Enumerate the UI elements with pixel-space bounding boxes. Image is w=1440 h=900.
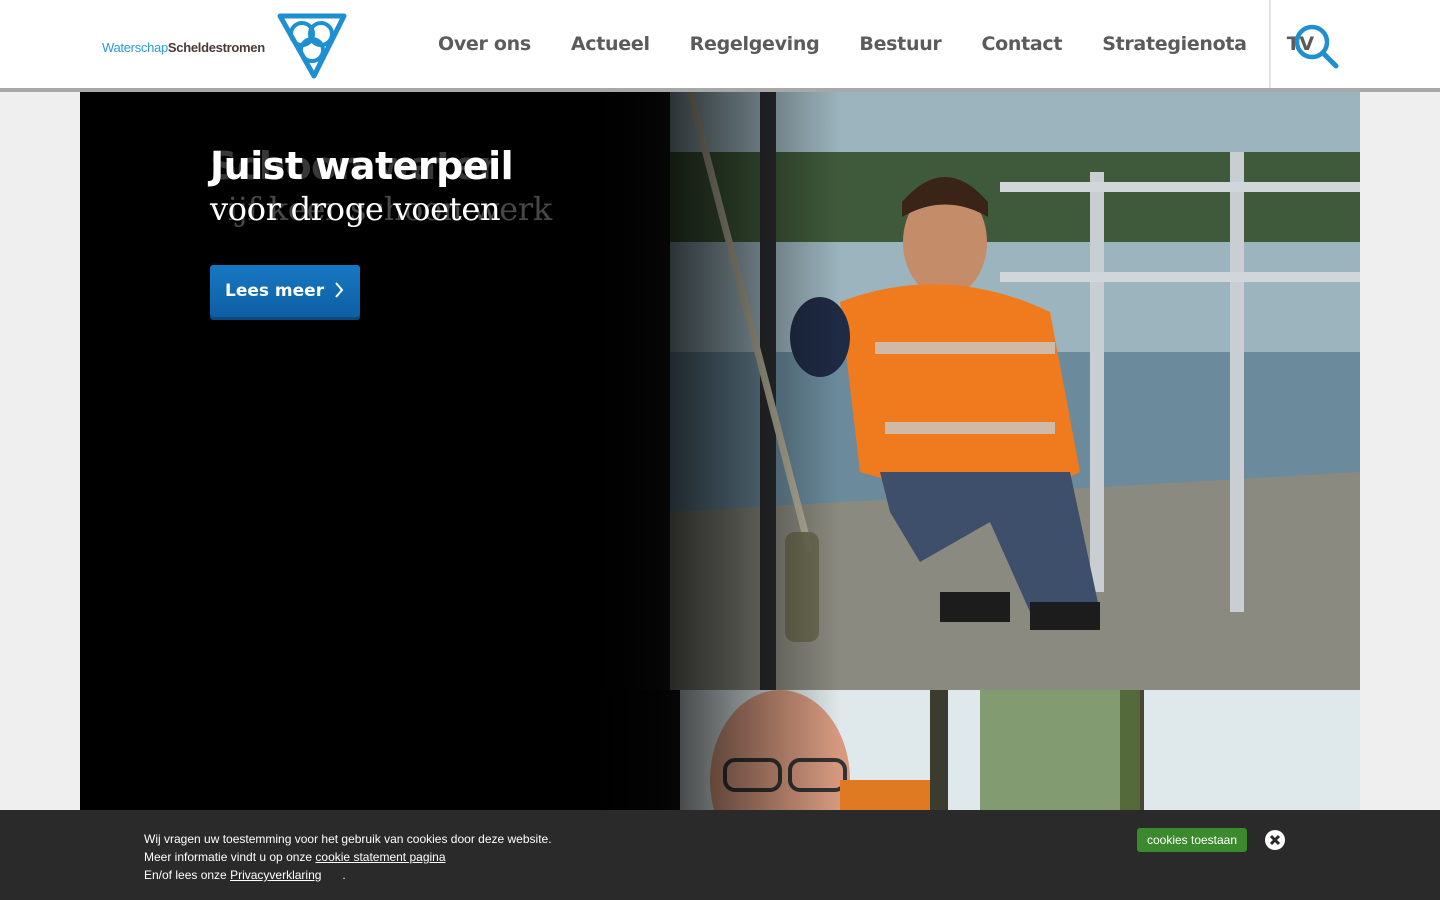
main-nav: Over ons Actueel Regelgeving Bestuur Con… (418, 0, 1334, 88)
hero-subtitle: voor droge voeten (210, 190, 501, 228)
logo-wordmark: WaterschapScheldestromen (102, 40, 265, 55)
cookie-line-3: En/of lees onze Privacyverklaring. (144, 866, 552, 884)
logo-text-scheldestromen: Scheldestromen (167, 40, 265, 55)
close-circle-icon[interactable] (1264, 829, 1286, 851)
nav-divider (1269, 0, 1271, 88)
nav-item-over-ons[interactable]: Over ons (418, 33, 551, 55)
cookie-line-3-prefix: En/of lees onze (144, 868, 231, 882)
cookies-accept-button[interactable]: cookies toestaan (1137, 828, 1247, 852)
logo[interactable]: WaterschapScheldestromen (102, 10, 352, 82)
cookie-message: Wij vragen uw toestemming voor het gebru… (144, 830, 552, 884)
chevron-right-icon (335, 282, 344, 298)
search-icon (1294, 24, 1339, 69)
logo-mark-icon (277, 13, 347, 79)
logo-text-waterschap: Waterschap (102, 40, 168, 55)
hero-slide: Schoon water vijf keer schoon werk Juist… (80, 92, 1360, 690)
cookie-line-2-prefix: Meer informatie vindt u op onze (144, 850, 316, 864)
search-button[interactable] (1292, 22, 1340, 70)
cookie-line-3-suffix: . (342, 868, 346, 882)
nav-item-strategienota[interactable]: Strategienota (1082, 33, 1267, 55)
lees-meer-label: Lees meer (225, 281, 325, 301)
lees-meer-button[interactable]: Lees meer (210, 265, 360, 317)
nav-item-regelgeving[interactable]: Regelgeving (670, 33, 840, 55)
hero-title: Juist waterpeil (210, 144, 514, 188)
cookie-line-2: Meer informatie vindt u op onze cookie s… (144, 848, 552, 866)
nav-item-contact[interactable]: Contact (962, 33, 1083, 55)
privacy-link[interactable]: Privacyverklaring (230, 868, 321, 882)
nav-item-actueel[interactable]: Actueel (551, 33, 670, 55)
cookie-line-1: Wij vragen uw toestemming voor het gebru… (144, 832, 552, 846)
site-header: WaterschapScheldestromen Over ons Actuee… (0, 0, 1440, 92)
cookie-statement-link[interactable]: cookie statement pagina (315, 850, 445, 864)
cookie-bar: Wij vragen uw toestemming voor het gebru… (0, 810, 1440, 900)
nav-item-bestuur[interactable]: Bestuur (839, 33, 961, 55)
